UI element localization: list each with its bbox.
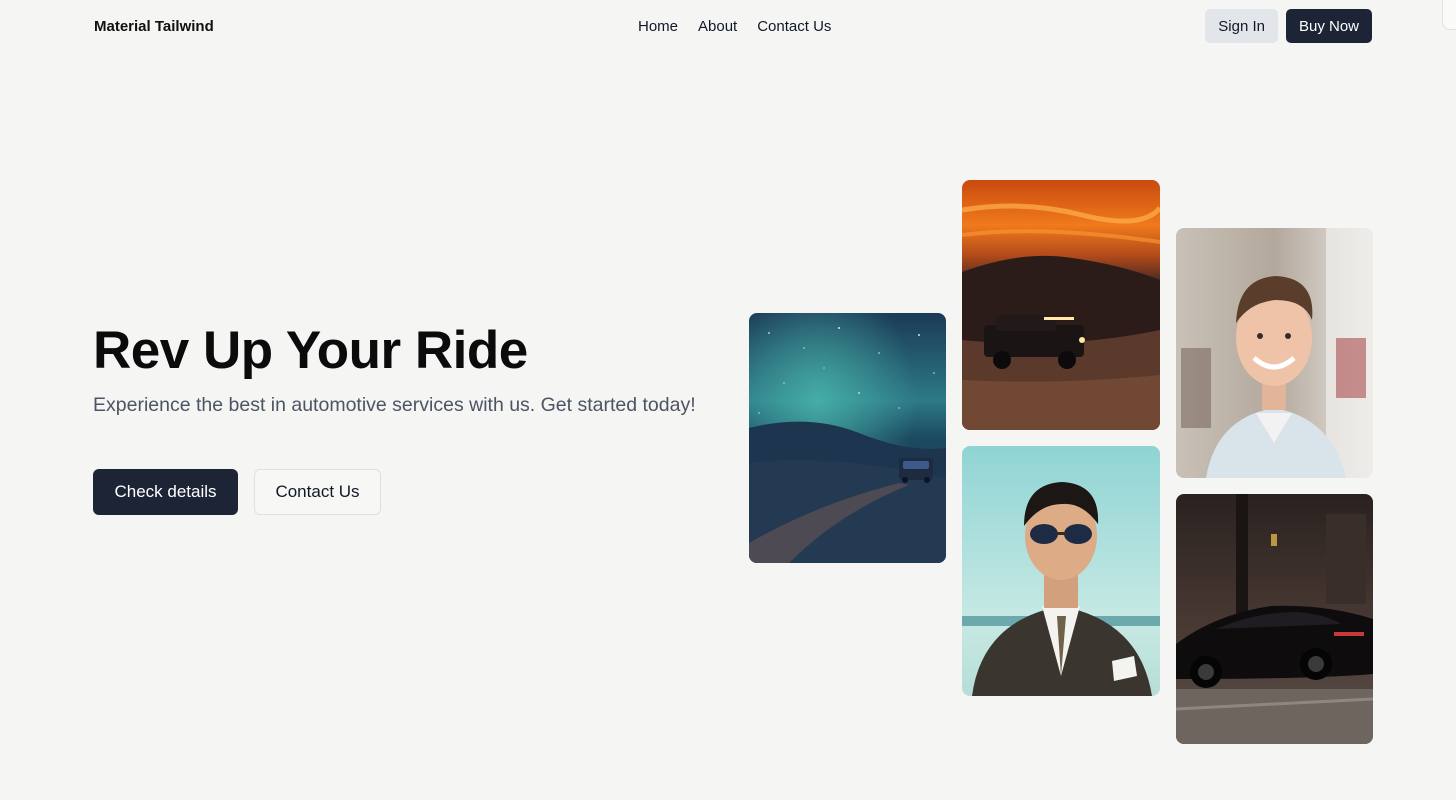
nav-link-about[interactable]: About <box>698 18 737 35</box>
night-sky-desert-suv-photo <box>749 313 946 563</box>
black-sports-car-photo <box>1176 494 1373 744</box>
window-corner <box>1442 0 1456 30</box>
navbar: Material Tailwind Home About Contact Us … <box>80 0 1376 52</box>
check-details-button[interactable]: Check details <box>93 469 238 515</box>
nav-link-home[interactable]: Home <box>638 18 678 35</box>
brand-logo-text[interactable]: Material Tailwind <box>94 18 214 35</box>
nav-link-contact-us[interactable]: Contact Us <box>757 18 831 35</box>
buy-now-button[interactable]: Buy Now <box>1285 9 1372 43</box>
nav-links: Home About Contact Us <box>638 0 831 52</box>
sunglasses-man-suit-photo <box>962 446 1160 696</box>
smiling-man-portrait-photo <box>1176 228 1373 478</box>
contact-us-button[interactable]: Contact Us <box>254 469 381 515</box>
nav-actions: Sign In Buy Now <box>1205 9 1372 43</box>
sign-in-button[interactable]: Sign In <box>1205 9 1278 43</box>
hero-title: Rev Up Your Ride <box>93 321 528 380</box>
hero-subtitle: Experience the best in automotive servic… <box>93 394 696 416</box>
sunset-dune-jeep-photo <box>962 180 1160 430</box>
